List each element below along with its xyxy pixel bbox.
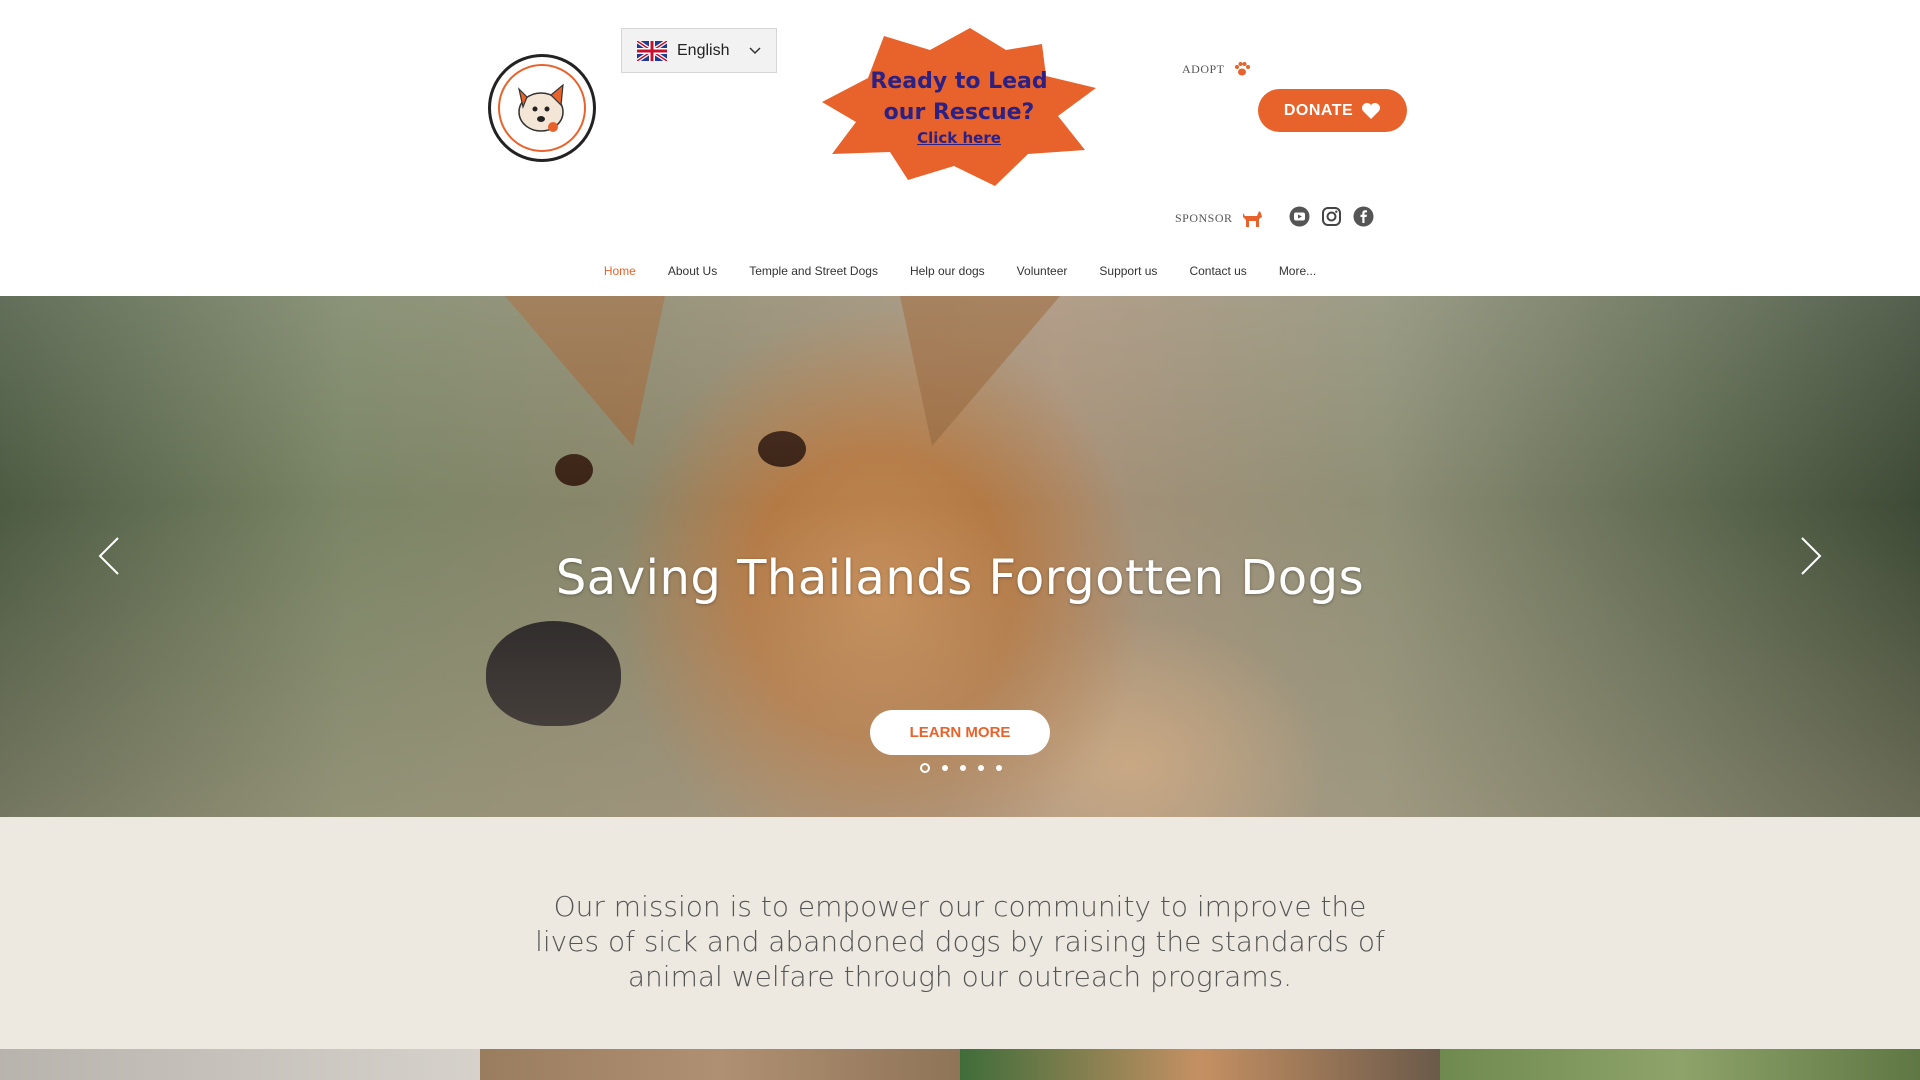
gallery-image[interactable] [0, 1049, 480, 1080]
slide-dot[interactable] [978, 765, 984, 771]
nav-item-about-us[interactable]: About Us [652, 264, 733, 278]
youtube-icon[interactable] [1289, 206, 1310, 227]
learn-more-button[interactable]: LEARN MORE [870, 710, 1050, 755]
nav-item-volunteer[interactable]: Volunteer [1001, 264, 1084, 278]
hero-slideshow: Saving Thailands Forgotten Dogs LEARN MO… [0, 296, 1920, 817]
learn-more-label: LEARN MORE [909, 724, 1011, 741]
slide-dot[interactable] [942, 765, 948, 771]
language-selector[interactable]: English [621, 28, 777, 73]
sponsor-label: SPONSOR [1175, 210, 1233, 225]
uk-flag-icon [637, 40, 667, 61]
adopt-link[interactable]: ADOPT [1182, 60, 1251, 78]
promo-link[interactable]: Click here [820, 129, 1098, 147]
site-header: English Ready to Lead our Rescue? Click … [0, 0, 1920, 296]
mission-statement: Our mission is to empower our community … [535, 890, 1385, 993]
nav-item-contact-us[interactable]: Contact us [1173, 264, 1262, 278]
rescue-lead-promo[interactable]: Ready to Lead our Rescue? Click here [820, 24, 1100, 189]
slide-dot[interactable] [996, 765, 1002, 771]
donate-label: DONATE [1283, 101, 1354, 119]
instagram-icon[interactable] [1321, 206, 1342, 227]
donate-button[interactable]: DONATE [1258, 89, 1407, 132]
facebook-icon[interactable] [1353, 206, 1374, 227]
gallery-image[interactable] [480, 1049, 960, 1080]
social-links [1289, 206, 1385, 227]
gallery-image[interactable] [1440, 1049, 1920, 1080]
gallery-image[interactable] [960, 1049, 1440, 1080]
dog-logo-icon [517, 83, 564, 132]
paw-icon [1234, 62, 1250, 76]
chevron-down-icon [749, 47, 761, 55]
sponsor-link[interactable]: SPONSOR [1175, 208, 1263, 228]
nav-item-temple-and-street-dogs[interactable]: Temple and Street Dogs [733, 264, 894, 278]
promo-line-2: our Rescue? [883, 100, 1035, 125]
nav-item-home[interactable]: Home [588, 264, 652, 278]
site-logo[interactable] [488, 54, 596, 162]
dog-silhouette-icon [1242, 211, 1262, 227]
adopt-label: ADOPT [1182, 61, 1225, 76]
main-navigation: Home About Us Temple and Street Dogs Hel… [0, 262, 1920, 280]
slide-dot[interactable] [920, 763, 930, 773]
language-label: English [677, 41, 730, 59]
slide-dot[interactable] [960, 765, 966, 771]
promo-line-1: Ready to Lead [870, 69, 1048, 94]
slide-indicators [920, 763, 1014, 773]
nav-item-help-our-dogs[interactable]: Help our dogs [894, 264, 1001, 278]
nav-item-support-us[interactable]: Support us [1083, 264, 1173, 278]
heart-icon [1362, 102, 1381, 119]
nav-item-more[interactable]: More... [1263, 264, 1332, 278]
hero-title: Saving Thailands Forgotten Dogs [555, 550, 1365, 606]
mission-section: Our mission is to empower our community … [0, 817, 1920, 1049]
promo-heading: Ready to Lead our Rescue? [820, 66, 1098, 128]
